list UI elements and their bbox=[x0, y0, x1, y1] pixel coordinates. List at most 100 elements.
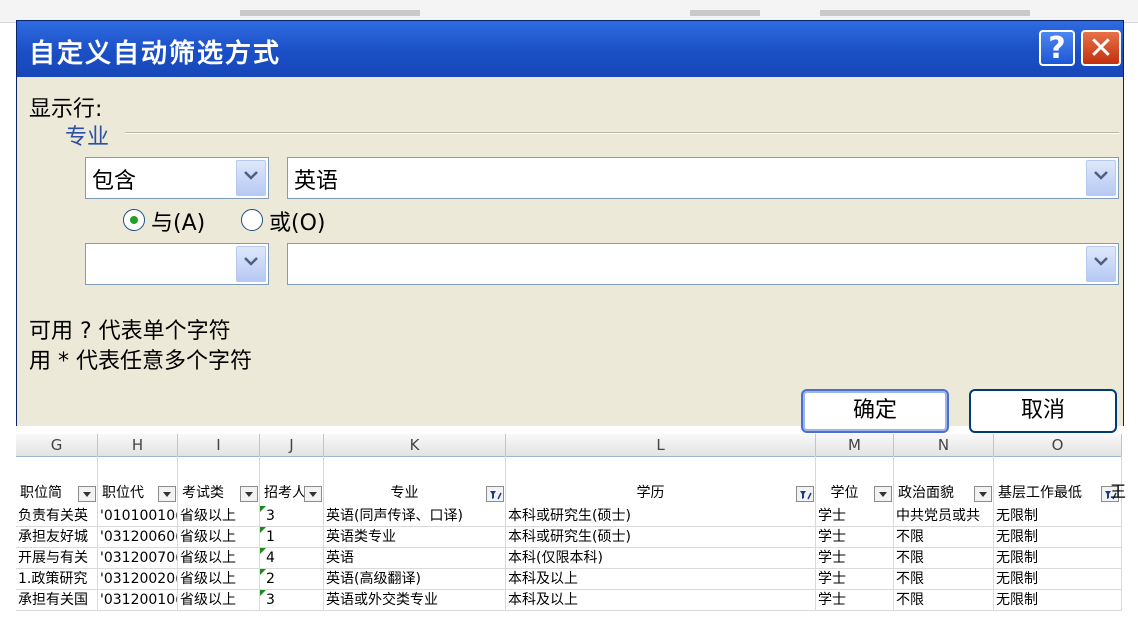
table-cell[interactable]: 省级以上 bbox=[178, 506, 260, 527]
field-header-text: 职位代 bbox=[102, 485, 144, 501]
table-row[interactable]: 负责有关英 '01010010(省级以上 3 英语(同声传译、口译) 本科或研究生(硕士… bbox=[16, 506, 1122, 527]
table-cell[interactable]: 无限制 bbox=[994, 590, 1122, 611]
chevron-down-icon[interactable] bbox=[1086, 160, 1116, 196]
filter-header-cell: 职位代 bbox=[98, 456, 178, 506]
field-header-text: 基层工作最低 bbox=[998, 485, 1082, 501]
column-header[interactable]: J bbox=[260, 434, 324, 456]
wildcard-hint-single: 可用 ? 代表单个字符 bbox=[29, 319, 231, 344]
field-header-text: 学历 bbox=[636, 485, 665, 501]
table-cell[interactable]: 学士 bbox=[816, 569, 894, 590]
table-row[interactable]: 承担友好城 '03120060(省级以上 1 英语类专业 本科或研究生(硕士) 学士 不限无… bbox=[16, 527, 1122, 548]
column-header[interactable]: M bbox=[816, 434, 894, 456]
condition1-value-combobox[interactable]: 英语 bbox=[287, 157, 1119, 199]
table-cell[interactable]: 无限制 bbox=[994, 506, 1122, 527]
filter-dropdown-icon[interactable] bbox=[304, 486, 322, 502]
dialog-title: 自定义自动筛选方式 bbox=[29, 39, 282, 69]
column-headers: GHIJKLMNO bbox=[16, 434, 1122, 457]
column-header[interactable]: O bbox=[994, 434, 1122, 456]
condition2-value-combobox[interactable] bbox=[287, 243, 1119, 285]
field-header-text: 招考人 bbox=[264, 485, 306, 501]
table-cell[interactable]: 本科或研究生(硕士) bbox=[506, 527, 816, 548]
table-cell[interactable]: 英语 bbox=[324, 548, 506, 569]
chevron-down-icon[interactable] bbox=[236, 246, 266, 282]
filter-active-icon[interactable] bbox=[486, 486, 504, 502]
table-cell[interactable]: 不限 bbox=[894, 569, 994, 590]
filter-header-cell: 学历 bbox=[506, 456, 816, 506]
table-cell[interactable]: 英语或外交类专业 bbox=[324, 590, 506, 611]
ok-button[interactable]: 确定 bbox=[801, 389, 949, 433]
cancel-button[interactable]: 取消 bbox=[969, 389, 1117, 433]
column-header[interactable]: H bbox=[98, 434, 178, 456]
filter-dropdown-icon[interactable] bbox=[78, 486, 96, 502]
column-header[interactable]: N bbox=[894, 434, 994, 456]
table-row[interactable]: 承担有关国 '03120010(省级以上 3 英语或外交类专业 本科及以上 学士 不限 无限制 bbox=[16, 590, 1122, 611]
filter-dropdown-icon[interactable] bbox=[240, 486, 258, 502]
column-header[interactable]: I bbox=[178, 434, 260, 456]
table-cell[interactable]: '03120070( bbox=[98, 548, 178, 569]
table-cell[interactable]: 省级以上 bbox=[178, 590, 260, 611]
field-name-label: 专业 bbox=[65, 125, 110, 150]
table-cell[interactable]: 负责有关英 bbox=[16, 506, 98, 527]
table-cell[interactable]: '01010010( bbox=[98, 506, 178, 527]
table-cell[interactable]: 本科或研究生(硕士) bbox=[506, 506, 816, 527]
table-cell[interactable]: 学士 bbox=[816, 548, 894, 569]
table-cell[interactable]: 4 bbox=[260, 548, 324, 569]
table-cell[interactable]: 英语(同声传译、口译) bbox=[324, 506, 506, 527]
table-cell[interactable]: 本科(仅限本科) bbox=[506, 548, 816, 569]
or-radio[interactable] bbox=[241, 209, 263, 231]
field-header-text: 职位简 bbox=[20, 485, 62, 501]
autofilter-header-row: 职位简 职位代 考试类 招考人 专业 学历 学位 政治面貌 基层工作最低 王 bbox=[16, 456, 1126, 506]
dialog-titlebar[interactable]: 自定义自动筛选方式 ? ✕ bbox=[17, 21, 1123, 77]
table-cell[interactable]: 不限 bbox=[894, 590, 994, 611]
table-cell[interactable]: 不限 bbox=[894, 548, 994, 569]
table-cell[interactable]: 本科及以上 bbox=[506, 590, 816, 611]
table-cell[interactable]: 无限制 bbox=[994, 548, 1122, 569]
table-cell[interactable]: 不限 bbox=[894, 527, 994, 548]
table-cell[interactable]: 1.政策研究 bbox=[16, 569, 98, 590]
table-cell[interactable]: '03120020( bbox=[98, 569, 178, 590]
table-cell[interactable]: 本科及以上 bbox=[506, 569, 816, 590]
table-cell[interactable]: 省级以上 bbox=[178, 569, 260, 590]
table-cell[interactable]: 无限制 bbox=[994, 569, 1122, 590]
chevron-down-icon[interactable] bbox=[236, 160, 266, 196]
filter-active-icon[interactable] bbox=[796, 486, 814, 502]
column-header[interactable]: K bbox=[324, 434, 506, 456]
table-cell[interactable]: '03120060( bbox=[98, 527, 178, 548]
filter-dropdown-icon[interactable] bbox=[974, 486, 992, 502]
filter-dropdown-icon[interactable] bbox=[874, 486, 892, 502]
background-text-fragment bbox=[690, 10, 760, 16]
help-icon[interactable]: ? bbox=[1039, 30, 1075, 66]
and-radio[interactable] bbox=[123, 209, 145, 231]
chevron-down-icon[interactable] bbox=[1086, 246, 1116, 282]
table-cell[interactable]: 学士 bbox=[816, 527, 894, 548]
table-cell[interactable]: 承担有关国 bbox=[16, 590, 98, 611]
filter-dropdown-icon[interactable] bbox=[158, 486, 176, 502]
table-row[interactable]: 1.政策研究 '03120020(省级以上 2 英语(高级翻译) 本科及以上 学士 不限 无限… bbox=[16, 569, 1122, 590]
table-cell[interactable]: 开展与有关 bbox=[16, 548, 98, 569]
table-row[interactable]: 开展与有关 '03120070(省级以上 4 英语 本科(仅限本科) 学士 不限 无限制 bbox=[16, 548, 1122, 569]
custom-autofilter-dialog: 自定义自动筛选方式 ? ✕ 显示行: 专业 包含 英语 与(A) 或(O) 可用… bbox=[16, 20, 1124, 433]
column-header[interactable]: L bbox=[506, 434, 816, 456]
table-cell[interactable]: 英语(高级翻译) bbox=[324, 569, 506, 590]
close-icon[interactable]: ✕ bbox=[1081, 30, 1121, 66]
or-radio-label[interactable]: 或(O) bbox=[269, 205, 325, 237]
table-cell[interactable]: 学士 bbox=[816, 506, 894, 527]
table-cell[interactable]: 无限制 bbox=[994, 527, 1122, 548]
table-cell[interactable]: 英语类专业 bbox=[324, 527, 506, 548]
filter-header-cell: 政治面貌 bbox=[894, 456, 994, 506]
condition2-operator-select[interactable] bbox=[85, 243, 269, 285]
table-cell[interactable]: 省级以上 bbox=[178, 527, 260, 548]
table-cell[interactable]: 3 bbox=[260, 590, 324, 611]
table-cell[interactable]: 省级以上 bbox=[178, 548, 260, 569]
table-cell[interactable]: 1 bbox=[260, 527, 324, 548]
condition1-operator-select[interactable]: 包含 bbox=[85, 157, 269, 199]
table-cell[interactable]: 承担友好城 bbox=[16, 527, 98, 548]
table-cell[interactable]: 3 bbox=[260, 506, 324, 527]
table-cell[interactable]: '03120010( bbox=[98, 590, 178, 611]
number-as-text-indicator-icon bbox=[260, 527, 266, 533]
and-radio-label[interactable]: 与(A) bbox=[151, 205, 205, 237]
table-cell[interactable]: 学士 bbox=[816, 590, 894, 611]
column-header[interactable]: G bbox=[16, 434, 98, 456]
table-cell[interactable]: 中共党员或共 bbox=[894, 506, 994, 527]
table-cell[interactable]: 2 bbox=[260, 569, 324, 590]
